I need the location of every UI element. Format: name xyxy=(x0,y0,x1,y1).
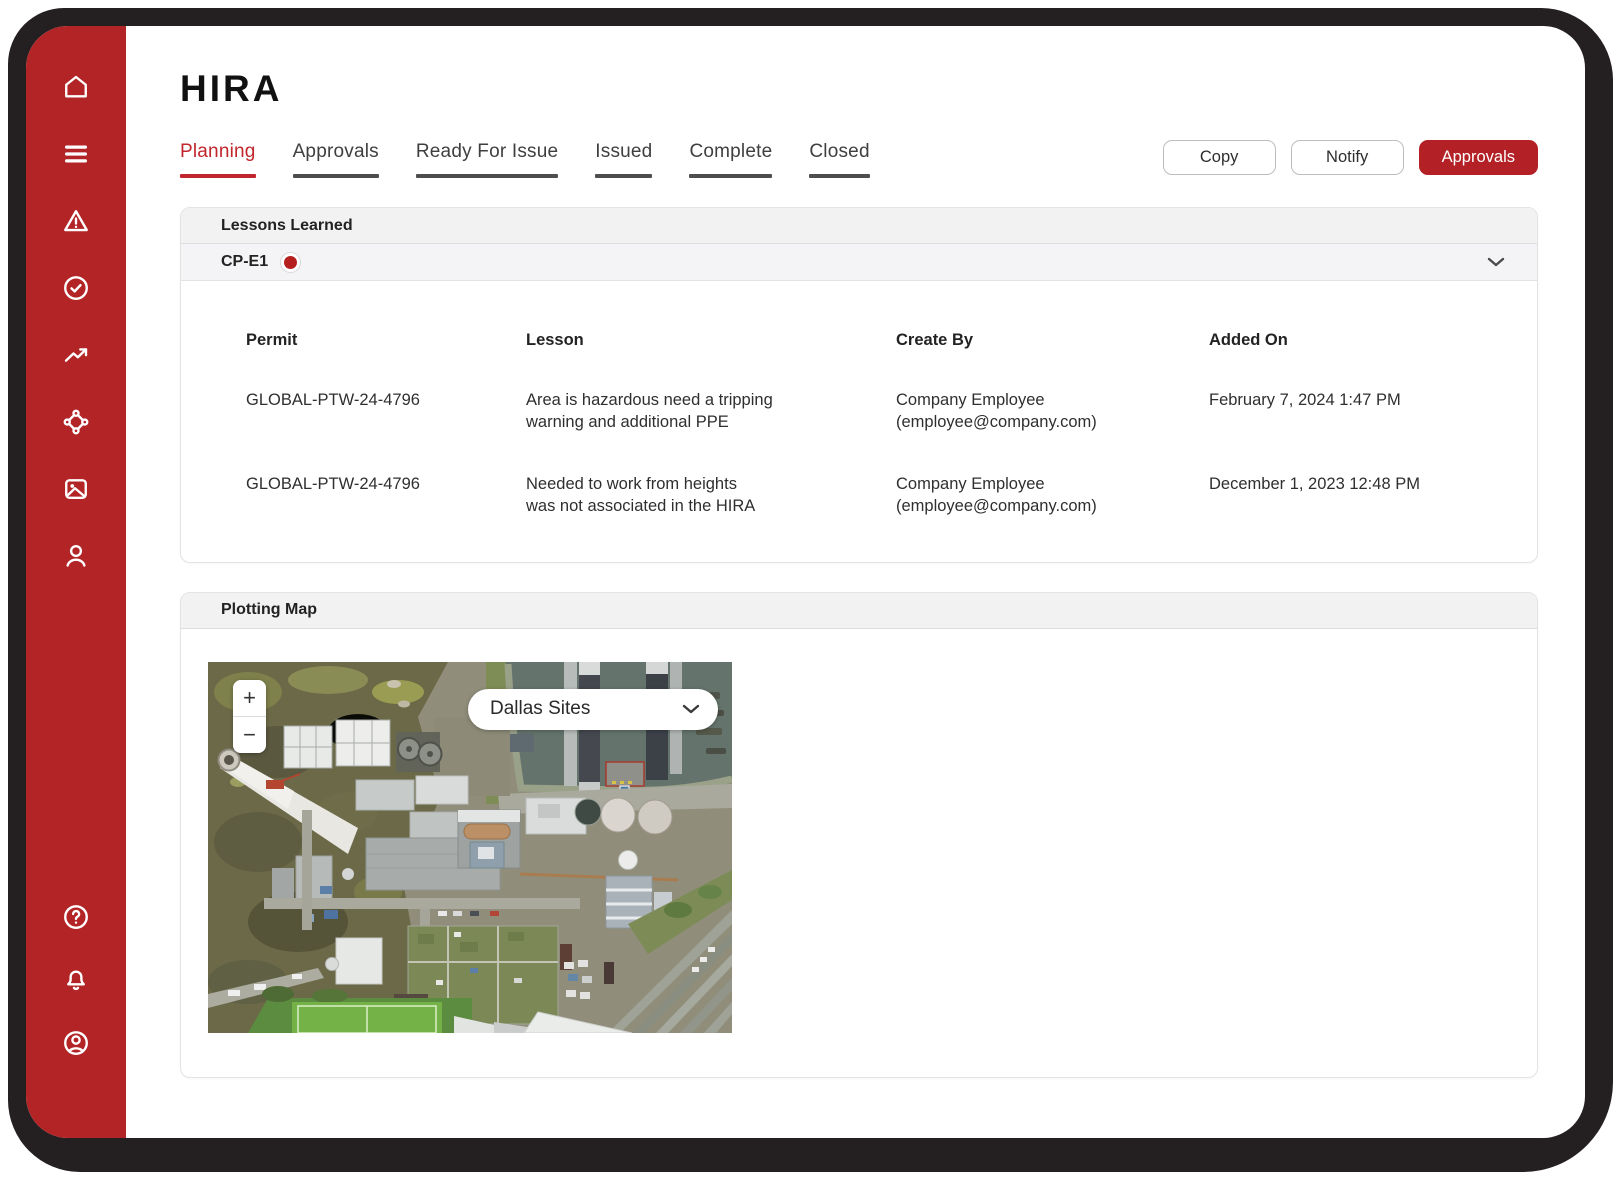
image-icon[interactable] xyxy=(61,474,91,504)
screen: HIRA Planning Approvals Ready For Issue xyxy=(0,0,1622,1180)
home-icon[interactable] xyxy=(61,72,91,102)
notify-button[interactable]: Notify xyxy=(1290,140,1404,175)
tab-approvals[interactable]: Approvals xyxy=(292,141,379,178)
sidebar xyxy=(26,26,126,1138)
page-title: HIRA xyxy=(180,68,283,109)
account-circle-icon[interactable] xyxy=(61,1028,91,1058)
aerial-map[interactable]: + − Dallas Sites xyxy=(208,661,732,1033)
status-dot xyxy=(284,255,298,269)
map-panel-header: Plotting Map xyxy=(181,592,1537,629)
chevron-down-icon[interactable] xyxy=(1487,257,1505,267)
cell-permit: GLOBAL-PTW-24-4796 xyxy=(246,391,420,409)
copy-button[interactable]: Copy xyxy=(1162,140,1276,175)
topbar: Planning Approvals Ready For Issue Issue… xyxy=(180,140,1538,178)
cell-create-by: Company Employee (employee@company.com) xyxy=(896,391,1097,431)
tab-underline xyxy=(809,174,870,178)
bell-icon[interactable] xyxy=(61,965,91,995)
tab-issued[interactable]: Issued xyxy=(595,141,653,178)
warning-icon[interactable] xyxy=(61,206,91,236)
lessons-learned-panel: Lessons Learned CP-E1 Permit Lesson Crea… xyxy=(180,207,1538,563)
nodes-diamond-icon[interactable] xyxy=(61,407,91,437)
user-icon[interactable] xyxy=(61,541,91,571)
sidebar-top-group xyxy=(61,26,91,571)
col-header-added-on: Added On xyxy=(1209,331,1288,349)
lessons-group-row[interactable]: CP-E1 xyxy=(181,244,1537,281)
cell-permit: GLOBAL-PTW-24-4796 xyxy=(246,474,420,493)
chevron-down-icon xyxy=(682,705,700,714)
cell-added-on: February 7, 2024 1:47 PM xyxy=(1209,391,1401,409)
map-panel-title: Plotting Map xyxy=(221,601,317,619)
zoom-out-button[interactable]: − xyxy=(233,716,266,753)
tab-underline xyxy=(689,174,773,178)
approvals-button[interactable]: Approvals xyxy=(1418,140,1538,175)
tab-bar: Planning Approvals Ready For Issue Issue… xyxy=(180,141,870,178)
zoom-in-button[interactable]: + xyxy=(233,679,266,716)
main-area: HIRA Planning Approvals Ready For Issue xyxy=(126,26,1585,1138)
check-circle-icon[interactable] xyxy=(61,273,91,303)
device-frame: HIRA Planning Approvals Ready For Issue xyxy=(8,8,1613,1172)
map-zoom-control: + − xyxy=(233,679,266,753)
col-header-lesson: Lesson xyxy=(526,331,584,349)
tab-underline xyxy=(292,174,379,178)
col-header-permit: Permit xyxy=(246,331,298,349)
tab-planning[interactable]: Planning xyxy=(180,141,256,178)
tab-complete[interactable]: Complete xyxy=(689,141,773,178)
status-badge xyxy=(280,251,302,273)
sidebar-bottom-group xyxy=(61,902,91,1138)
col-header-create-by: Create By xyxy=(896,331,974,349)
sites-dropdown-value: Dallas Sites xyxy=(490,698,591,720)
app-window: HIRA Planning Approvals Ready For Issue xyxy=(26,26,1585,1138)
cell-lesson: Needed to work from heights was not asso… xyxy=(526,474,756,515)
trending-up-icon[interactable] xyxy=(61,340,91,370)
group-label: CP-E1 xyxy=(221,253,269,270)
menu-icon[interactable] xyxy=(61,139,91,169)
lessons-panel-title: Lessons Learned xyxy=(221,216,353,234)
sites-dropdown[interactable]: Dallas Sites xyxy=(468,688,718,730)
tab-closed[interactable]: Closed xyxy=(809,141,870,178)
cell-lesson: Area is hazardous need a tripping warnin… xyxy=(526,391,773,431)
tab-underline xyxy=(595,174,653,178)
cell-create-by: Company Employee (employee@company.com) xyxy=(896,474,1097,515)
tab-underline xyxy=(415,174,559,178)
plotting-map-panel: Plotting Map + − Dallas Sites xyxy=(180,591,1538,1078)
lessons-table: Permit Lesson Create By Added On GLOBAL-… xyxy=(181,281,1537,562)
cell-added-on: December 1, 2023 12:48 PM xyxy=(1209,474,1420,493)
help-icon[interactable] xyxy=(61,902,91,932)
tab-ready-for-issue[interactable]: Ready For Issue xyxy=(415,141,559,178)
action-buttons: Copy Notify Approvals xyxy=(1162,140,1538,178)
lessons-panel-header: Lessons Learned xyxy=(181,208,1537,244)
tab-underline xyxy=(180,174,256,178)
